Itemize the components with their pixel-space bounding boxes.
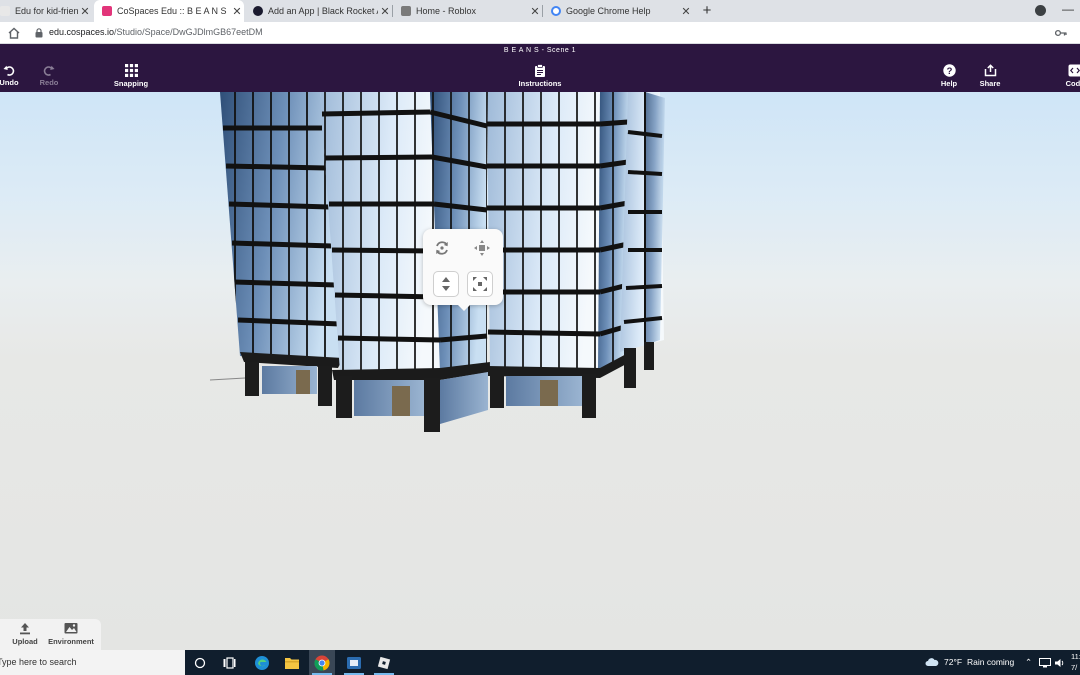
tab-close-icon[interactable]: ✕ xyxy=(78,5,92,18)
minimize-icon[interactable]: — xyxy=(1062,2,1074,16)
undo-button[interactable]: Undo xyxy=(0,64,22,87)
tab-2-active[interactable]: CoSpaces Edu :: B E A N S ✕ xyxy=(94,0,244,22)
url-field[interactable]: edu.cospaces.io/Studio/Space/DwGJDlmGB67… xyxy=(49,27,263,37)
roblox-taskbar-icon[interactable] xyxy=(371,650,397,675)
grid-icon xyxy=(124,64,138,77)
file-explorer-icon[interactable] xyxy=(279,650,305,675)
tab-close-icon[interactable]: ✕ xyxy=(378,5,392,18)
home-icon[interactable] xyxy=(7,26,21,40)
code-icon xyxy=(1068,64,1080,77)
tray-overflow-icon[interactable]: ⌃ xyxy=(1025,657,1032,668)
google-favicon-icon xyxy=(551,6,561,16)
new-tab-button[interactable]: + xyxy=(698,0,716,22)
code-button[interactable]: Code xyxy=(1062,64,1080,88)
undo-icon xyxy=(3,65,15,76)
up-down-arrows-icon xyxy=(442,277,450,291)
cospaces-favicon-icon xyxy=(102,6,112,16)
scene-viewport[interactable] xyxy=(0,92,1080,650)
volume-icon[interactable] xyxy=(1054,658,1065,668)
upload-button[interactable]: Upload xyxy=(8,622,42,646)
environment-button[interactable]: Environment xyxy=(46,622,96,646)
instructions-label: Instructions xyxy=(518,79,562,88)
upload-icon xyxy=(20,623,30,635)
address-bar-row: edu.cospaces.io/Studio/Space/DwGJDlmGB67… xyxy=(0,22,1080,44)
move-button[interactable] xyxy=(469,235,495,261)
clipboard-icon xyxy=(535,64,545,77)
task-view-icon[interactable] xyxy=(187,650,213,675)
bottom-tools-panel: Upload Environment xyxy=(0,619,101,650)
snapping-label: Snapping xyxy=(113,79,149,88)
blackrocket-favicon-icon xyxy=(253,6,263,16)
redo-icon xyxy=(43,65,55,76)
share-icon xyxy=(984,64,996,77)
share-button[interactable]: Share xyxy=(976,64,1004,88)
svg-text:?: ? xyxy=(946,66,952,77)
help-button[interactable]: ? Help xyxy=(936,64,962,88)
profile-icon[interactable] xyxy=(1035,5,1046,16)
windows-taskbar: Type here to search 72°F Rain coming ⌃ 1… xyxy=(0,650,1080,675)
rotate-button[interactable] xyxy=(429,235,455,261)
weather-text[interactable]: Rain coming xyxy=(967,657,1014,667)
tab-title: Edu for kid-friendly 3D xyxy=(15,6,78,16)
scale-icon xyxy=(473,277,487,291)
chrome-taskbar-icon[interactable] xyxy=(309,650,335,675)
buildings-3d-object[interactable] xyxy=(0,92,1080,650)
environment-label: Environment xyxy=(48,637,94,646)
undo-label: Undo xyxy=(0,78,19,87)
taskbar-search-placeholder: Type here to search xyxy=(0,657,77,667)
tab-3[interactable]: Add an App | Black Rocket Arcade ✕ xyxy=(245,0,392,22)
snapping-button[interactable]: Snapping xyxy=(112,64,150,88)
tab-strip: Edu for kid-friendly 3D ✕ CoSpaces Edu :… xyxy=(0,0,1080,22)
rotate-icon xyxy=(436,241,448,255)
code-label: Code xyxy=(1065,79,1080,88)
scene-title: B E A N S - Scene 1 xyxy=(503,47,577,54)
upload-label: Upload xyxy=(12,637,38,646)
tab-close-icon[interactable]: ✕ xyxy=(528,5,542,18)
tab-4[interactable]: Home - Roblox ✕ xyxy=(393,0,542,22)
cospaces-toolbar: B E A N S - Scene 1 Undo Redo Snapping I… xyxy=(0,44,1080,92)
url-path: /Studio/Space/DwGJDlmGB67eetDM xyxy=(114,27,263,37)
tab-5[interactable]: Google Chrome Help ✕ xyxy=(543,0,693,22)
url-host: edu.cospaces.io xyxy=(49,27,115,37)
edge-browser-icon[interactable] xyxy=(249,650,275,675)
tab-1[interactable]: Edu for kid-friendly 3D ✕ xyxy=(0,0,92,22)
scale-button[interactable] xyxy=(467,271,493,297)
right-tower xyxy=(620,92,665,388)
transform-gizmo xyxy=(423,229,503,311)
roblox-favicon-icon xyxy=(401,6,411,16)
tab-title: Home - Roblox xyxy=(416,6,477,16)
lock-icon[interactable] xyxy=(35,28,43,38)
taskbar-search-box[interactable]: Type here to search xyxy=(0,650,185,675)
store-app-icon[interactable] xyxy=(341,650,367,675)
key-icon[interactable] xyxy=(1055,28,1067,38)
clock-date[interactable]: 7/ xyxy=(1071,663,1077,672)
tab-title: Google Chrome Help xyxy=(566,6,651,16)
share-label: Share xyxy=(979,79,1001,88)
center-right-tower xyxy=(487,92,630,418)
instructions-button[interactable]: Instructions xyxy=(515,64,565,88)
help-icon: ? xyxy=(942,64,956,77)
tab-title: Add an App | Black Rocket Arcade xyxy=(268,6,378,16)
weather-temp[interactable]: 72°F xyxy=(944,657,962,667)
redo-button[interactable]: Redo xyxy=(36,64,62,87)
redo-label: Redo xyxy=(39,78,59,87)
cloud-icon xyxy=(925,658,939,666)
tab-title: CoSpaces Edu :: B E A N S xyxy=(117,6,227,16)
clock-time[interactable]: 11: xyxy=(1071,652,1080,661)
tab-close-icon[interactable]: ✕ xyxy=(679,5,693,18)
landscape-icon xyxy=(64,623,78,634)
help-label: Help xyxy=(940,79,958,88)
lift-button[interactable] xyxy=(433,271,459,297)
move-icon xyxy=(474,240,490,256)
network-icon[interactable] xyxy=(1039,658,1051,668)
tab-favicon-icon xyxy=(0,6,10,16)
tab-close-icon[interactable]: ✕ xyxy=(230,5,244,18)
widgets-icon[interactable] xyxy=(216,650,242,675)
